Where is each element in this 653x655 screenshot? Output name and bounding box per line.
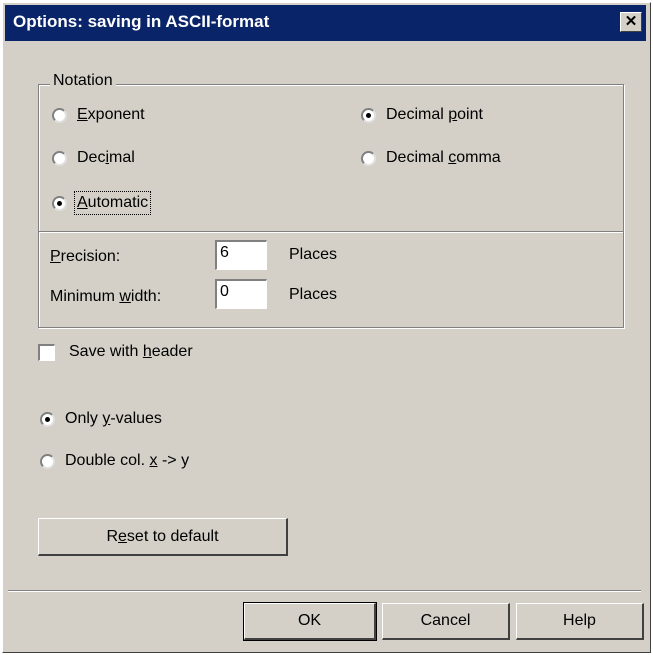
- help-button-label: Help: [563, 612, 596, 629]
- radio-decimal-comma-indicator: [361, 150, 376, 166]
- radio-decimal-point-indicator: [361, 107, 376, 123]
- radio-only-y[interactable]: Only y-values: [40, 410, 162, 428]
- radio-only-y-indicator: [40, 411, 55, 427]
- radio-decimal-comma[interactable]: Decimal comma: [361, 149, 501, 167]
- radio-decimal-comma-label: Decimal comma: [386, 149, 501, 166]
- radio-exponent-indicator: [52, 107, 67, 123]
- min-width-unit: Places: [289, 286, 338, 303]
- radio-automatic-indicator: [52, 195, 67, 211]
- radio-exponent[interactable]: Exponent: [52, 106, 145, 124]
- radio-decimal-indicator: [52, 150, 67, 166]
- radio-only-y-label: Only y-values: [65, 410, 162, 427]
- cancel-button[interactable]: Cancel: [382, 603, 510, 640]
- notation-legend: Notation: [50, 72, 116, 90]
- title-bar[interactable]: Options: saving in ASCII-format ✕: [5, 5, 646, 41]
- radio-decimal[interactable]: Decimal: [52, 149, 135, 167]
- radio-decimal-label: Decimal: [77, 149, 135, 166]
- radio-automatic-label: Automatic: [73, 191, 152, 215]
- radio-exponent-label: Exponent: [77, 106, 145, 123]
- radio-double-col-label: Double col. x -> y: [65, 452, 190, 469]
- reset-button-label: Reset to default: [106, 528, 219, 545]
- radio-double-col-indicator: [40, 453, 55, 469]
- min-width-input[interactable]: 0: [215, 279, 267, 309]
- radio-decimal-point[interactable]: Decimal point: [361, 106, 483, 124]
- reset-to-default-button[interactable]: Reset to default: [38, 518, 288, 556]
- save-header-checkbox[interactable]: Save with header: [38, 343, 193, 361]
- radio-automatic[interactable]: Automatic: [52, 191, 152, 215]
- radio-decimal-point-label: Decimal point: [386, 106, 483, 123]
- window-title: Options: saving in ASCII-format: [13, 12, 270, 31]
- cancel-button-label: Cancel: [420, 612, 471, 629]
- groupbox-separator: [39, 231, 623, 233]
- radio-double-col[interactable]: Double col. x -> y: [40, 452, 189, 470]
- ok-button-label: OK: [297, 612, 322, 629]
- precision-label: Precision:: [50, 248, 121, 265]
- save-header-box: [38, 343, 55, 361]
- help-button[interactable]: Help: [516, 603, 644, 640]
- save-header-label: Save with header: [69, 343, 193, 360]
- precision-input[interactable]: 6: [215, 240, 267, 270]
- ok-button[interactable]: OK: [243, 602, 377, 641]
- min-width-label: Minimum width:: [50, 288, 162, 305]
- close-button[interactable]: ✕: [620, 12, 642, 32]
- footer-separator: [8, 590, 641, 592]
- close-icon: ✕: [624, 13, 638, 30]
- precision-unit: Places: [289, 246, 338, 263]
